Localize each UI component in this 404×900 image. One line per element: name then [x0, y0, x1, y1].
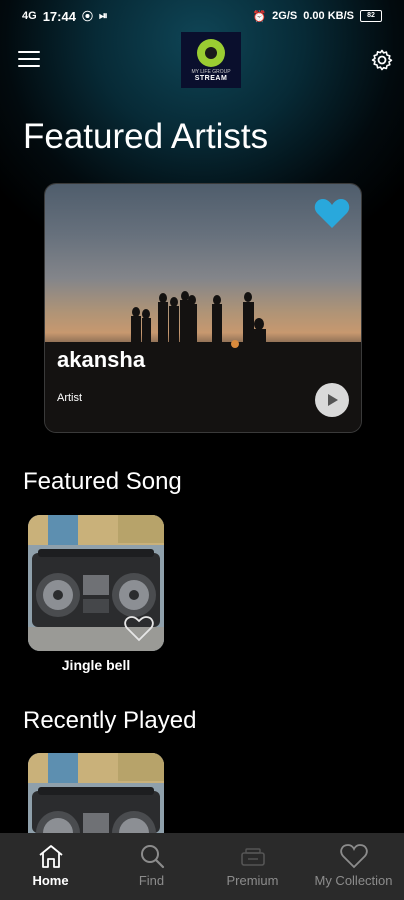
logo-mark-icon: [197, 38, 225, 67]
alarm-icon: ⏰: [252, 10, 267, 23]
signal-icon: 4G: [22, 10, 37, 22]
app-logo: MY LIFE GROUP STREAM: [181, 32, 241, 88]
featured-song-heading: Featured Song: [23, 468, 182, 495]
heart-icon: [339, 844, 368, 869]
notification-icon: ⦿: [81, 11, 93, 23]
menu-icon[interactable]: [18, 51, 40, 69]
artist-role: Artist: [57, 392, 83, 404]
premium-icon: [240, 848, 265, 866]
nav-home-label: Home: [32, 873, 69, 888]
app-bar: MY LIFE GROUP STREAM: [0, 32, 404, 90]
bottom-navigation: Home Find Premium My Collection: [0, 833, 404, 900]
search-icon: [140, 845, 164, 869]
settings-icon[interactable]: [370, 48, 394, 72]
play-icon: [328, 394, 338, 406]
logo-text: STREAM: [194, 74, 228, 82]
featured-song-title: Jingle bell: [61, 657, 131, 673]
artist-name: akansha: [57, 347, 146, 372]
boombox-artwork-image: [28, 753, 164, 833]
battery-level: 82: [367, 12, 375, 19]
recently-played-heading: Recently Played: [23, 707, 197, 734]
favorite-outline-heart-icon[interactable]: [124, 616, 154, 642]
featured-song-card[interactable]: [28, 515, 164, 651]
status-bar: 4G 17:44 ⦿ ⏯ ⏰ 2G/S 0.00 KB/S 82: [0, 0, 404, 32]
nav-find-label: Find: [138, 873, 165, 888]
nav-premium-label: Premium: [226, 873, 279, 888]
favorite-heart-icon[interactable]: [313, 198, 351, 230]
battery-icon: 82: [360, 10, 382, 22]
nav-find[interactable]: Find: [101, 833, 202, 900]
featured-artists-heading: Featured Artists: [23, 117, 269, 156]
play-button[interactable]: [315, 383, 349, 417]
network-speed: 0.00 KB/S: [303, 10, 354, 22]
home-icon: [38, 845, 63, 868]
nav-premium[interactable]: Premium: [202, 833, 303, 900]
nav-my-collection-label: My Collection: [314, 873, 393, 888]
network-rate: 2G/S: [272, 10, 298, 22]
nav-my-collection[interactable]: My Collection: [303, 833, 404, 900]
recently-played-card[interactable]: [28, 753, 164, 833]
media-icon: ⏯: [98, 9, 108, 22]
status-time: 17:44: [42, 8, 76, 24]
nav-home[interactable]: Home: [0, 833, 101, 900]
featured-artist-card[interactable]: akansha Artist: [44, 183, 362, 433]
